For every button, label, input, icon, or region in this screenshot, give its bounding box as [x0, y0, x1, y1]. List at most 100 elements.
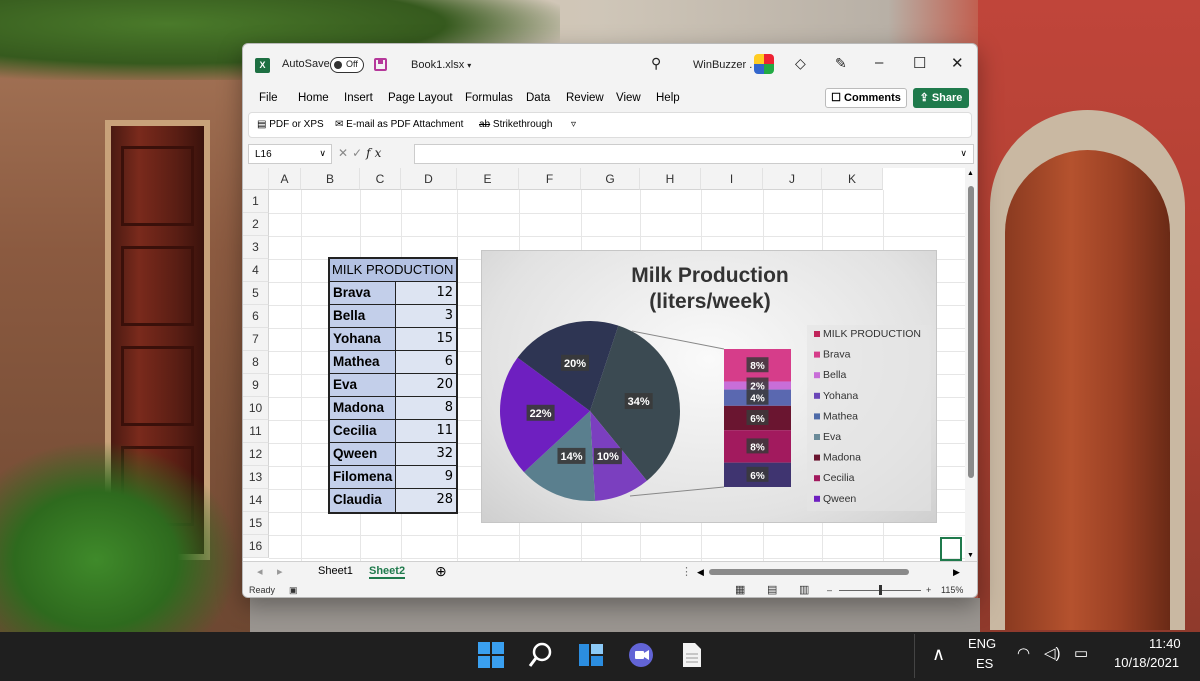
- volume-icon[interactable]: ◁): [1044, 644, 1061, 662]
- cell-value[interactable]: 32: [396, 443, 456, 465]
- cell-value[interactable]: 15: [396, 328, 456, 350]
- cell-name[interactable]: Brava: [330, 282, 396, 304]
- tab-sheet2[interactable]: Sheet2: [369, 565, 406, 579]
- col-header-f[interactable]: F: [519, 168, 581, 190]
- maximize-icon[interactable]: ☐: [913, 54, 926, 72]
- strikethrough-button[interactable]: ab Strikethrough: [479, 119, 552, 130]
- col-header-h[interactable]: H: [640, 168, 701, 190]
- spreadsheet-grid[interactable]: 16 15 14 13 12 11 10 9 8 7 6 5 4 3 2 1 K J I H G F E D C B A MILK …: [243, 168, 965, 564]
- row-header-16[interactable]: 16: [243, 535, 269, 558]
- row-header-13[interactable]: 13: [243, 466, 269, 489]
- menu-home[interactable]: Home: [298, 92, 329, 104]
- cell-name[interactable]: Bella: [330, 305, 396, 327]
- page-layout-view-icon[interactable]: ▤: [767, 583, 777, 596]
- row-header-3[interactable]: 3: [243, 236, 269, 259]
- zoom-slider-thumb[interactable]: [879, 585, 882, 595]
- scroll-right-icon[interactable]: ▶: [953, 567, 960, 578]
- teams-chat-icon[interactable]: [626, 640, 656, 670]
- notepad-icon[interactable]: [676, 640, 706, 670]
- row-header-6[interactable]: 6: [243, 305, 269, 328]
- cell-name[interactable]: Filomena: [330, 466, 396, 488]
- pie-chart[interactable]: Milk Production (liters/week) 34% 10% 14% 22…: [481, 250, 937, 523]
- row-header-1[interactable]: 1: [243, 190, 269, 213]
- name-box[interactable]: L16 ∨: [248, 144, 332, 164]
- row-header-5[interactable]: 5: [243, 282, 269, 305]
- col-header-a[interactable]: A: [269, 168, 301, 190]
- email-pdf-button[interactable]: ✉ E-mail as PDF Attachment: [335, 119, 463, 130]
- file-name[interactable]: Book1.xlsx ▾: [411, 59, 471, 71]
- widgets-icon[interactable]: [576, 640, 606, 670]
- cell-name[interactable]: Cecilia: [330, 420, 396, 442]
- search-icon[interactable]: ⚲: [651, 55, 661, 72]
- row-header-2[interactable]: 2: [243, 213, 269, 236]
- cell-value[interactable]: 8: [396, 397, 456, 419]
- row-header-14[interactable]: 14: [243, 489, 269, 512]
- cell-value[interactable]: 3: [396, 305, 456, 327]
- menu-view[interactable]: View: [616, 92, 641, 104]
- cell-value[interactable]: 28: [396, 489, 456, 512]
- page-break-view-icon[interactable]: ▥: [799, 583, 809, 596]
- zoom-out-icon[interactable]: –: [827, 585, 832, 595]
- add-sheet-icon[interactable]: ⊕: [435, 563, 447, 580]
- battery-icon[interactable]: ▭: [1074, 644, 1088, 662]
- table-header[interactable]: MILK PRODUCTION: [330, 259, 456, 282]
- tab-split-icon[interactable]: ⋮: [681, 565, 692, 578]
- menu-help[interactable]: Help: [656, 92, 680, 104]
- normal-view-icon[interactable]: ▦: [735, 583, 745, 596]
- language-eng[interactable]: ENG: [968, 636, 996, 651]
- zoom-in-icon[interactable]: +: [926, 585, 931, 595]
- cell-value[interactable]: 12: [396, 282, 456, 304]
- col-header-k[interactable]: K: [822, 168, 883, 190]
- vertical-scrollbar[interactable]: ▲ ▼: [965, 168, 977, 564]
- cell-name[interactable]: Mathea: [330, 351, 396, 373]
- cell-name[interactable]: Qween: [330, 443, 396, 465]
- cell-name[interactable]: Claudia: [330, 489, 396, 512]
- language-es[interactable]: ES: [976, 656, 993, 671]
- selected-cell[interactable]: [940, 537, 962, 561]
- row-header-8[interactable]: 8: [243, 351, 269, 374]
- clock-time[interactable]: 11:40: [1149, 636, 1181, 651]
- formula-input[interactable]: ∨: [414, 144, 974, 164]
- cell-value[interactable]: 20: [396, 374, 456, 396]
- col-header-e[interactable]: E: [457, 168, 519, 190]
- cell-name[interactable]: Eva: [330, 374, 396, 396]
- menu-file[interactable]: File: [259, 92, 278, 104]
- col-header-b[interactable]: B: [301, 168, 360, 190]
- search-icon[interactable]: [526, 640, 556, 670]
- menu-formulas[interactable]: Formulas: [465, 92, 513, 104]
- vertical-scroll-thumb[interactable]: [968, 186, 974, 478]
- scroll-left-icon[interactable]: ◀: [697, 567, 704, 578]
- cell-name[interactable]: Madona: [330, 397, 396, 419]
- tab-prev-icon[interactable]: ◂: [257, 565, 263, 578]
- row-header-12[interactable]: 12: [243, 443, 269, 466]
- col-header-c[interactable]: C: [360, 168, 401, 190]
- accessibility-icon[interactable]: ▣: [289, 585, 298, 596]
- row-header-11[interactable]: 11: [243, 420, 269, 443]
- windows-start-icon[interactable]: [476, 640, 506, 670]
- autosave-toggle[interactable]: Off: [330, 57, 364, 73]
- cell-value[interactable]: 6: [396, 351, 456, 373]
- cell-name[interactable]: Yohana: [330, 328, 396, 350]
- share-button[interactable]: ⇪ Share: [913, 88, 969, 108]
- col-header-g[interactable]: G: [581, 168, 640, 190]
- menu-insert[interactable]: Insert: [344, 92, 373, 104]
- pen-icon[interactable]: ✎: [835, 55, 847, 72]
- user-name[interactable]: WinBuzzer .: [693, 59, 752, 71]
- save-icon[interactable]: [374, 58, 387, 71]
- comments-button[interactable]: ☐ Comments: [825, 88, 907, 108]
- horizontal-scroll-thumb[interactable]: [709, 569, 909, 575]
- scroll-up-icon[interactable]: ▲: [967, 170, 974, 177]
- menu-page-layout[interactable]: Page Layout: [388, 92, 453, 104]
- cell-value[interactable]: 9: [396, 466, 456, 488]
- cell-value[interactable]: 11: [396, 420, 456, 442]
- clock-date[interactable]: 10/18/2021: [1114, 655, 1179, 670]
- wifi-icon[interactable]: ◠: [1017, 644, 1030, 662]
- tab-next-icon[interactable]: ▸: [277, 565, 283, 578]
- row-header-9[interactable]: 9: [243, 374, 269, 397]
- row-header-7[interactable]: 7: [243, 328, 269, 351]
- col-header-i[interactable]: I: [701, 168, 763, 190]
- pdf-xps-button[interactable]: ▤ PDF or XPS: [257, 119, 324, 130]
- chevron-up-icon[interactable]: ∧: [932, 644, 945, 665]
- row-header-4[interactable]: 4: [243, 259, 269, 282]
- col-header-d[interactable]: D: [401, 168, 457, 190]
